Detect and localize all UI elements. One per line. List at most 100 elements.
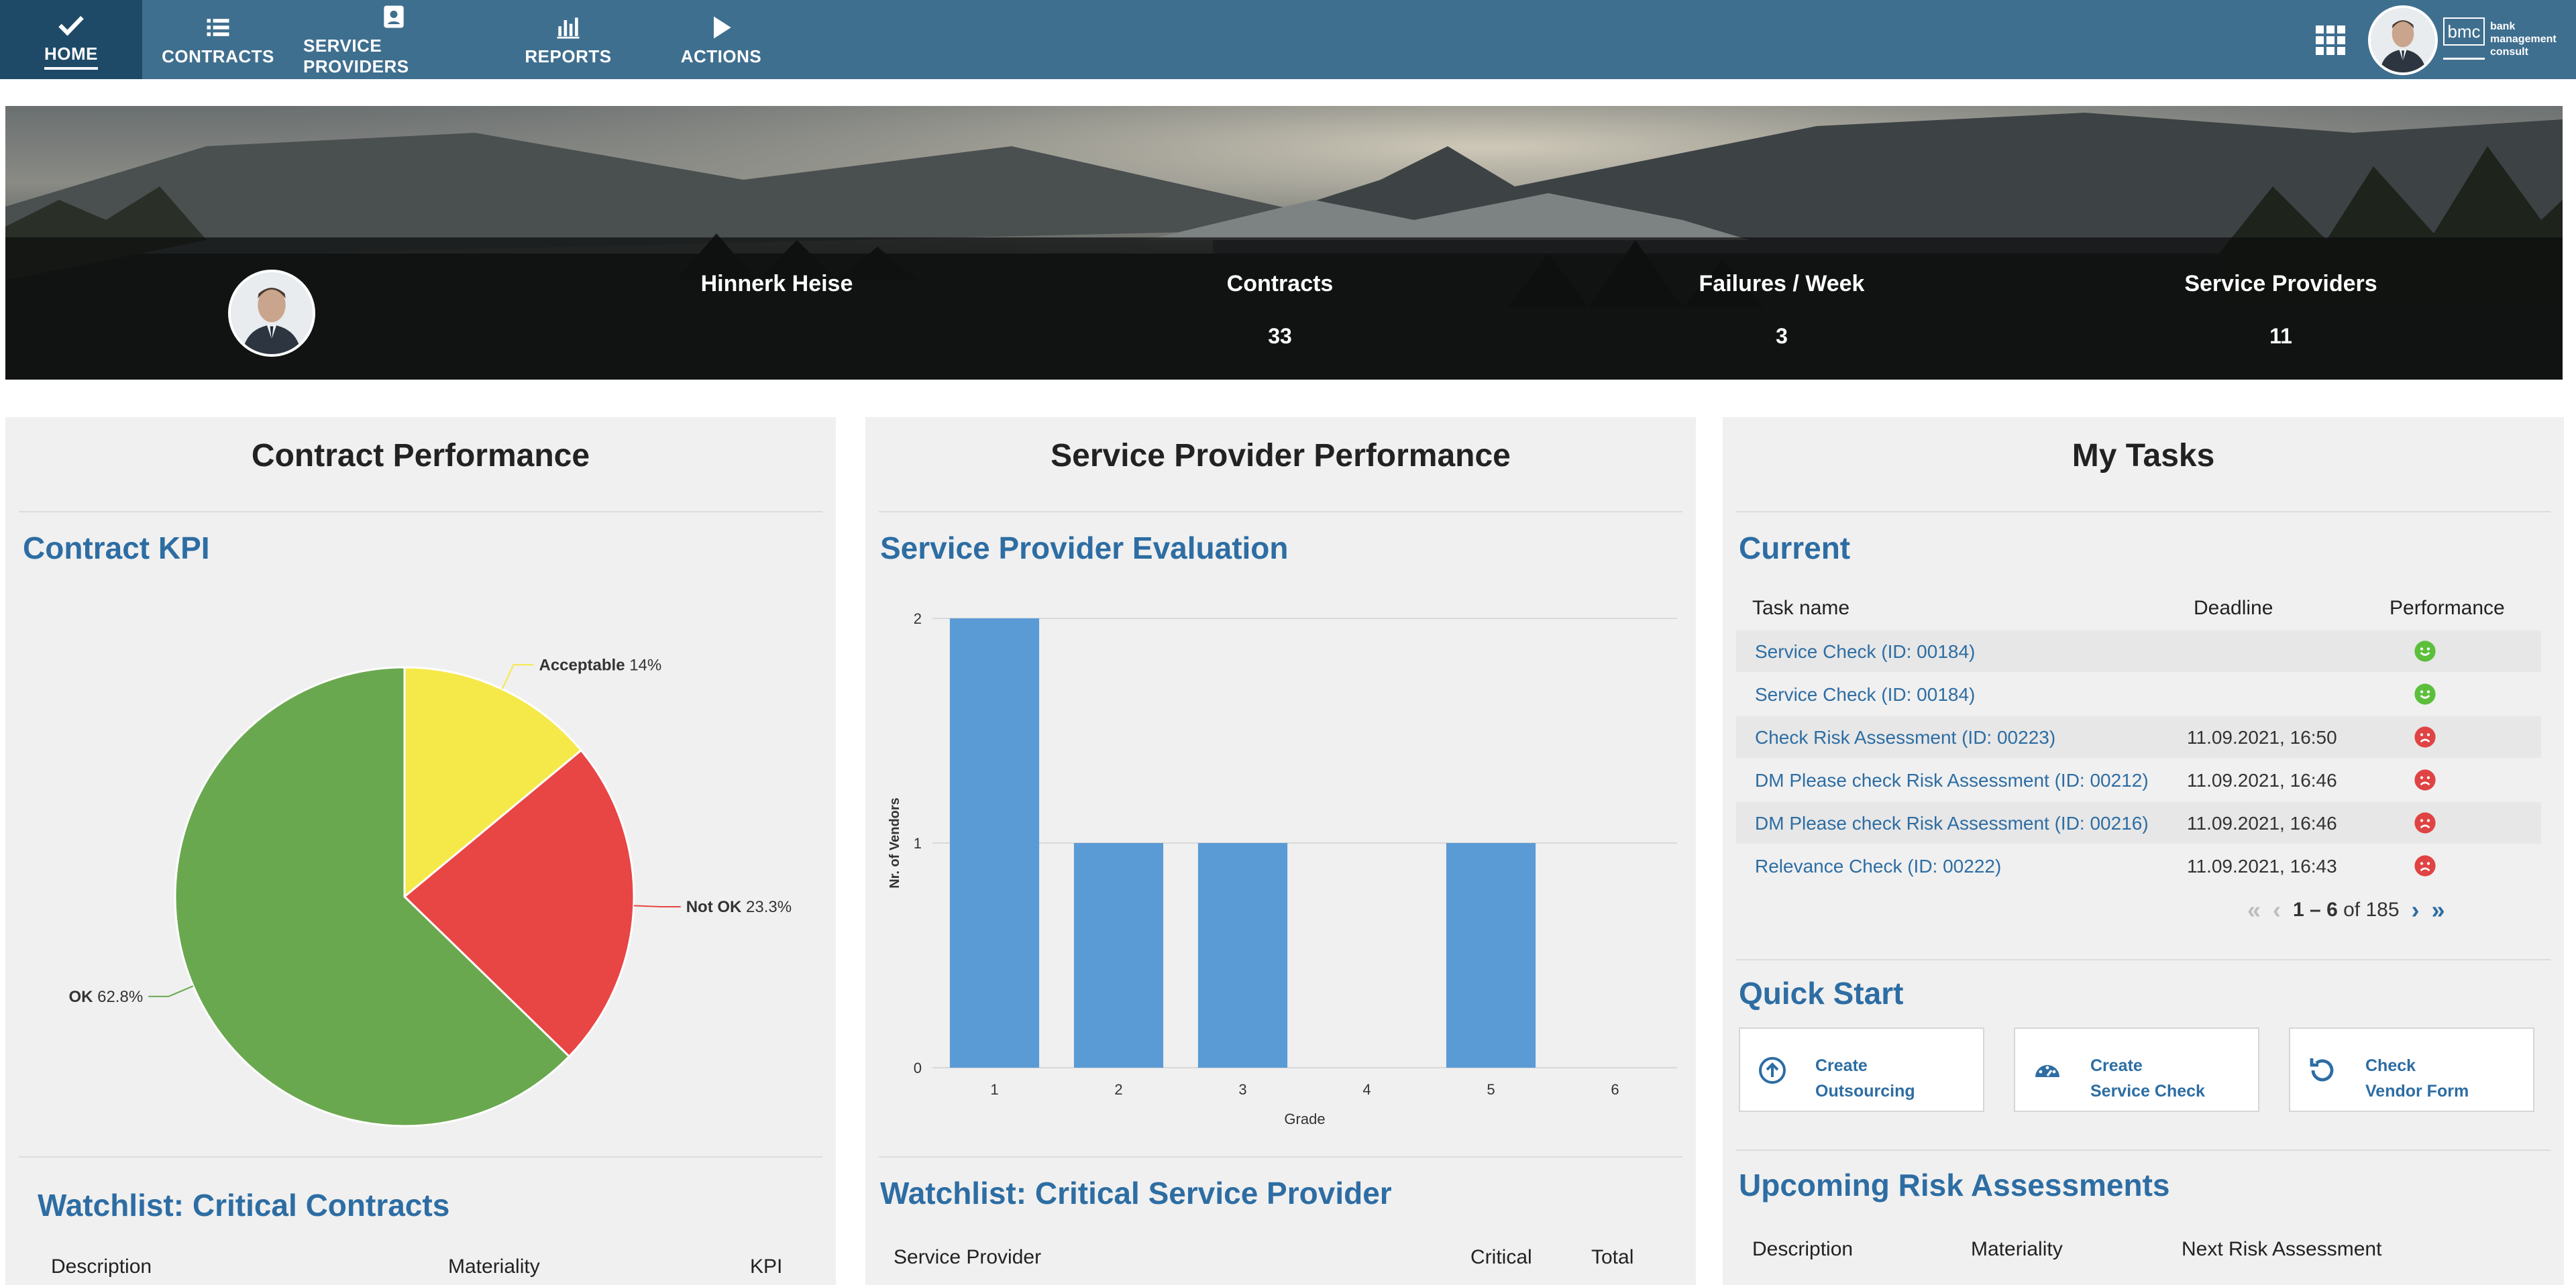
smiley-sad-icon — [2414, 854, 2436, 877]
logo-text: bank management consult — [2490, 21, 2557, 58]
task-name-link[interactable]: Relevance Check (ID: 00222) — [1755, 856, 2001, 877]
section-title: Current — [1739, 530, 1851, 565]
stat-value: 3 — [1776, 324, 1788, 348]
column-header[interactable]: Materiality — [1971, 1238, 2063, 1261]
user-name: Hinnerk Heise — [700, 271, 853, 296]
task-deadline: 11.09.2021, 16:50 — [2187, 727, 2337, 748]
person-photo-icon — [2371, 8, 2435, 72]
task-name-link[interactable]: Check Risk Assessment (ID: 00223) — [1755, 727, 2055, 748]
smiley-sad-icon — [2414, 769, 2436, 791]
stat-failures-week: Failures / Week 3 — [1641, 271, 1923, 349]
x-tick-label: 5 — [1487, 1081, 1495, 1098]
task-name-link[interactable]: Service Check (ID: 00184) — [1755, 684, 1975, 706]
pie-leader-line — [633, 905, 681, 907]
nav-service-providers[interactable]: SERVICE PROVIDERS — [303, 0, 484, 79]
play-icon — [714, 16, 731, 38]
list-icon — [207, 18, 229, 36]
x-tick-label: 3 — [1238, 1081, 1246, 1098]
contact-card-icon — [384, 5, 404, 28]
create-service-check-button[interactable]: Create Service Check — [2014, 1027, 2259, 1112]
x-tick-label: 1 — [990, 1081, 998, 1098]
bar-grade-3[interactable] — [1197, 843, 1288, 1068]
nav-label: ACTIONS — [680, 46, 762, 66]
gauge-icon — [2035, 1065, 2059, 1077]
nav-actions[interactable]: ACTIONS — [657, 0, 785, 79]
task-name-link[interactable]: DM Please check Risk Assessment (ID: 002… — [1755, 770, 2149, 791]
contract-kpi-pie-chart: Acceptable 14% Not OK 23.3% OK 62.8% — [68, 656, 792, 1127]
stat-value: 11 — [2269, 324, 2292, 348]
refresh-icon — [2310, 1058, 2334, 1082]
table-row[interactable]: Relevance Check (ID: 00222) 11.09.2021, 1… — [1736, 845, 2541, 887]
stat-label: Contracts — [1226, 271, 1334, 296]
y-tick-label: 0 — [914, 1060, 922, 1076]
nav-reports[interactable]: REPORTS — [504, 0, 632, 79]
column-header-task-name[interactable]: Task name — [1752, 597, 1849, 620]
pie-leader-line — [148, 985, 194, 997]
bar-chart-icon — [557, 17, 580, 38]
nav-label: CONTRACTS — [162, 46, 274, 66]
column-header[interactable]: Description — [1752, 1238, 1853, 1261]
contract-performance-panel: Contract Performance Contract KPI Accept… — [5, 417, 836, 1285]
panel-title: Contract Performance — [251, 438, 590, 473]
smiley-happy-icon — [2414, 640, 2436, 663]
pie-label: Not OK 23.3% — [686, 898, 792, 916]
stat-label: Service Providers — [2184, 271, 2377, 296]
column-header[interactable]: KPI — [750, 1255, 782, 1278]
column-header[interactable]: Total — [1591, 1246, 1633, 1269]
nav-label: SERVICE PROVIDERS — [303, 36, 409, 76]
person-photo-icon — [231, 272, 313, 354]
last-page-icon[interactable]: » — [2432, 896, 2445, 924]
pie-leader-line — [501, 664, 534, 689]
column-header[interactable]: Description — [51, 1255, 152, 1278]
table-row[interactable]: Service Check (ID: 00184) — [1736, 630, 2541, 672]
nav-contracts[interactable]: CONTRACTS — [149, 0, 287, 79]
prev-page-icon[interactable]: ‹ — [2273, 896, 2281, 924]
section-title: Upcoming Risk Assessments — [1739, 1168, 2170, 1203]
column-header-performance[interactable]: Performance — [2390, 597, 2505, 620]
nav-label: REPORTS — [525, 46, 612, 66]
task-name-link[interactable]: Service Check (ID: 00184) — [1755, 641, 1975, 663]
section-title: Watchlist: Critical Service Provider — [880, 1176, 1392, 1211]
stat-service-providers: Service Providers 11 — [2140, 271, 2422, 349]
top-nav: HOME CONTRACTS SERVICE PROVIDERS REPORTS… — [0, 0, 2576, 79]
check-icon — [58, 15, 84, 36]
create-outsourcing-button[interactable]: Create Outsourcing — [1739, 1027, 1984, 1112]
stat-label: Failures / Week — [1699, 271, 1865, 296]
table-row[interactable]: DM Please check Risk Assessment (ID: 002… — [1736, 802, 2541, 844]
pie-label: Acceptable 14% — [539, 656, 661, 674]
bar-grade-5[interactable] — [1446, 843, 1536, 1068]
panel-title: My Tasks — [2072, 438, 2215, 473]
x-tick-label: 6 — [1611, 1081, 1619, 1098]
bar-grade-2[interactable] — [1073, 843, 1164, 1068]
apps-grid-icon[interactable] — [2316, 25, 2345, 55]
section-title: Watchlist: Critical Contracts — [38, 1188, 450, 1223]
my-tasks-panel: My Tasks Current Task name Deadline Perf… — [1723, 417, 2564, 1285]
column-header[interactable]: Service Provider — [894, 1246, 1041, 1269]
smiley-sad-icon — [2414, 812, 2436, 834]
stat-value: 33 — [1268, 324, 1292, 348]
user-avatar[interactable] — [2368, 5, 2438, 75]
pie-label: OK 62.8% — [68, 988, 143, 1006]
bar-grade-1[interactable] — [949, 618, 1040, 1068]
column-header[interactable]: Next Risk Assessment — [2182, 1238, 2381, 1261]
table-row[interactable]: Service Check (ID: 00184) — [1736, 673, 2541, 715]
tasks-pager: « ‹ 1 – 6 of 185 › » — [2247, 896, 2445, 924]
task-name-link[interactable]: DM Please check Risk Assessment (ID: 002… — [1755, 813, 2149, 834]
column-header[interactable]: Materiality — [448, 1255, 540, 1278]
nav-home[interactable]: HOME — [0, 0, 142, 79]
panel-title: Service Provider Performance — [1051, 438, 1511, 473]
next-page-icon[interactable]: › — [2412, 896, 2420, 924]
column-header-deadline[interactable]: Deadline — [2194, 597, 2273, 620]
task-deadline: 11.09.2021, 16:46 — [2187, 770, 2337, 791]
smiley-sad-icon — [2414, 726, 2436, 748]
service-provider-performance-panel: Service Provider Performance Service Pro… — [865, 417, 1696, 1285]
stat-contracts: Contracts 33 — [1139, 271, 1421, 349]
table-row[interactable]: DM Please check Risk Assessment (ID: 002… — [1736, 759, 2541, 801]
pager-range: 1 – 6 of 185 — [2293, 899, 2400, 921]
check-vendor-form-button[interactable]: Check Vendor Form — [2289, 1027, 2534, 1112]
profile-avatar — [228, 270, 315, 357]
x-tick-label: 2 — [1114, 1081, 1122, 1098]
first-page-icon[interactable]: « — [2247, 896, 2261, 924]
column-header[interactable]: Critical — [1470, 1246, 1532, 1269]
table-row[interactable]: Check Risk Assessment (ID: 00223) 11.09.2… — [1736, 716, 2541, 758]
